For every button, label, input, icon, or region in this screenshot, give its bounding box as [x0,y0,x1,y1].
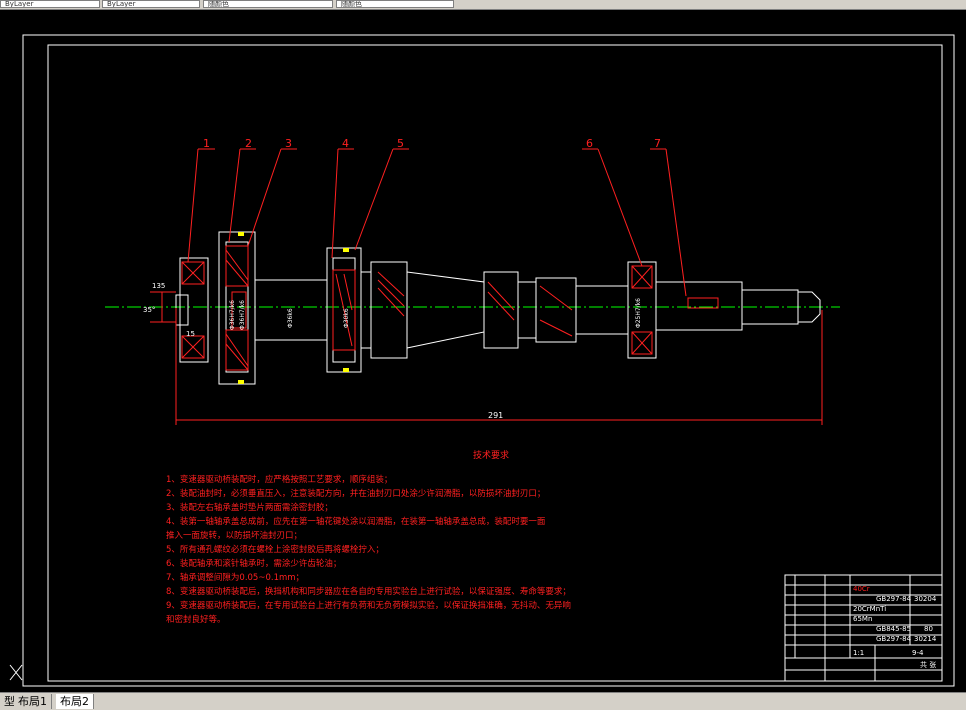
drawing-canvas[interactable]: 1 2 3 4 5 6 7 291 135 15 35° Φ36H7/k6 Φ3… [0,10,966,692]
inner-border [47,44,943,682]
std2: GB845-85 [876,625,911,633]
dim-overall: 291 [488,411,503,420]
std3: GB297-84 [876,635,912,643]
std2-code: 80 [924,625,933,633]
dim-small: 135 [152,282,165,290]
sheet-number: 9-4 [912,649,924,657]
requirement-item: 1、变速器驱动桥装配时，应严格按照工艺要求，顺序组装； [166,474,392,485]
requirement-item: 8、变速器驱动桥装配后，换挡机构和同步器应在各自的专用实验台上进行试验，以保证强… [166,586,571,597]
material-2: 20CrMnTi [853,605,886,613]
linetype-dropdown[interactable]: ByLayer [102,0,200,8]
shaft-dim-1: Φ36H7/k6 [229,300,236,330]
tab-layout1[interactable]: 布局1 [14,694,52,709]
requirement-item: 推入一面旋转，以防损坏油封刃口； [166,530,302,541]
material-3: 65Mn [853,615,872,623]
scale: 1:1 [853,649,864,657]
part-number-1: 1 [203,137,210,150]
tab-layout2[interactable]: 布局2 [56,694,94,709]
std1-code: 30204 [914,595,937,603]
color-dropdown[interactable]: ByLayer [0,0,100,8]
std3-code: 30214 [914,635,937,643]
sheet-count: 共 张 [920,660,936,669]
shaft-dim-2: Φ36k6 [287,308,294,328]
properties-toolbar: ByLayer ByLayer 随颜色 随颜色 [0,0,966,10]
requirement-item: 2、装配油封时，必须垂直压入，注意装配方向，并在油封刃口处涂少许润滑脂，以防损坏… [166,488,545,499]
requirement-item: 3、装配左右轴承盖时垫片两面需涂密封胶； [166,502,333,513]
part-number-6: 6 [586,137,593,150]
shaft-dim-3: Φ30k6 [343,308,350,328]
dim-angle: 35° [143,306,155,314]
requirements-title: 技术要求 [473,449,509,461]
part-number-5: 5 [397,137,404,150]
shaft-outline [175,231,821,385]
std1: GB297-84 [876,595,912,603]
requirement-item: 4、装第一轴轴承盖总成前，应先在第一轴花键处涂以润滑脂，在装第一轴轴承盖总成，装… [166,516,546,527]
shaft-dim-4: Φ36H7/k6 [239,300,246,330]
requirement-item: 6、装配轴承和滚针轴承时，需涂少许齿轮油； [166,558,341,569]
requirement-item: 5、所有通孔螺纹必须在螺栓上涂密封胶后再将螺栓拧入； [166,544,384,555]
requirements-list: 1、变速器驱动桥装配时，应严格按照工艺要求，顺序组装； 2、装配油封时，必须垂直… [166,474,571,625]
part-number-7: 7 [654,137,661,150]
part-number-2: 2 [245,137,252,150]
part-number-3: 3 [285,137,292,150]
layout-tabs: 型 布局1 布局2 [0,692,966,710]
plotstyle-dropdown[interactable]: 随颜色 [336,0,454,8]
requirement-item: 7、轴承调整间隙为0.05~0.1mm； [166,572,304,583]
requirement-item: 9、变速器驱动桥装配后，在专用试验台上进行有负荷和无负荷模拟实验，以保证换挡准确… [166,600,571,611]
drawing-svg: 1 2 3 4 5 6 7 291 135 15 35° Φ36H7/k6 Φ3… [9,34,955,687]
lineweight-dropdown[interactable]: 随颜色 [203,0,333,8]
ucs-icon [9,664,23,681]
material-1: 40Cr [853,585,870,593]
dim-side: 15 [186,330,195,338]
shaft-dim-5: Φ25H7/k6 [635,298,642,328]
title-block-text: GB297-84 30204 GB845-85 80 GB297-84 3021… [853,585,937,669]
requirement-item: 和密封良好等。 [166,614,226,625]
part-number-4: 4 [342,137,349,150]
